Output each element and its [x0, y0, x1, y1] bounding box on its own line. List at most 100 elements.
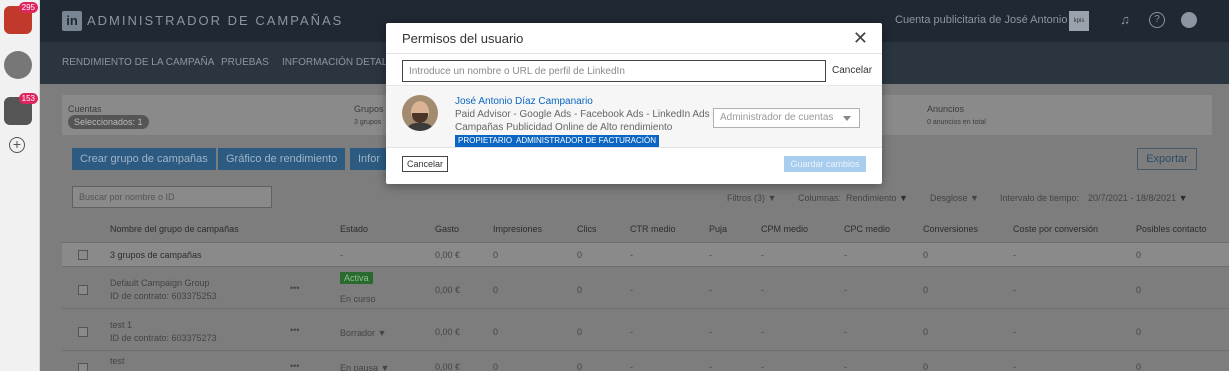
- search-cancel-link[interactable]: Cancelar: [832, 65, 872, 76]
- rail-app-2[interactable]: [4, 51, 32, 79]
- export-button[interactable]: Exportar: [1137, 148, 1197, 170]
- row-more-button[interactable]: •••: [290, 361, 299, 371]
- cell: 0: [493, 285, 499, 295]
- cell: 0: [923, 250, 929, 260]
- col-status[interactable]: Estado: [340, 224, 368, 234]
- rail-app-3[interactable]: 153: [4, 93, 38, 125]
- groups-card-sub: 3 grupos: [354, 119, 382, 126]
- rail-app-1[interactable]: 295: [4, 2, 38, 34]
- linkedin-logo-icon: in: [62, 11, 82, 31]
- dialog-search-row: Cancelar: [386, 54, 882, 85]
- account-name[interactable]: Cuenta publicitaria de José Antonio: [895, 14, 1067, 26]
- table-search-input[interactable]: Buscar por nombre o ID: [72, 186, 272, 208]
- cell: -: [1013, 285, 1016, 295]
- breakdown-dropdown[interactable]: Desglose ▼: [930, 193, 979, 203]
- table-summary-row: 3 grupos de campañas - 0,00 € 0 0 - - - …: [62, 242, 1229, 266]
- groups-card-title: Grupos: [354, 104, 384, 114]
- cancel-button[interactable]: Cancelar: [402, 156, 449, 172]
- col-impressions[interactable]: Impresiones: [493, 224, 542, 234]
- col-spend[interactable]: Gasto: [435, 224, 459, 234]
- cell: -: [630, 285, 633, 295]
- checkbox[interactable]: [78, 327, 88, 337]
- checkbox[interactable]: [78, 363, 88, 371]
- globe-icon[interactable]: [1181, 12, 1197, 28]
- account-logo: kpis: [1069, 11, 1089, 31]
- col-cpm[interactable]: CPM medio: [761, 224, 808, 234]
- dialog-title: Permisos del usuario: [402, 31, 524, 46]
- cell: 0,00 €: [435, 362, 461, 371]
- plus-icon[interactable]: +: [9, 137, 25, 153]
- row-status-dropdown[interactable]: En pausa ▼: [340, 363, 389, 371]
- tab-tests[interactable]: PRUEBAS: [221, 57, 269, 68]
- checkbox[interactable]: [78, 285, 88, 295]
- cell: 0,00 €: [435, 327, 461, 337]
- cell: -: [844, 250, 847, 260]
- time-range-dropdown[interactable]: 20/7/2021 - 18/8/2021 ▼: [1088, 193, 1188, 203]
- accounts-card-title: Cuentas: [68, 104, 102, 114]
- ads-card-sub: 0 anuncios en total: [927, 119, 986, 126]
- accounts-selected-chip[interactable]: Seleccionados: 1: [68, 115, 149, 129]
- role-select[interactable]: Administrador de cuentas: [713, 108, 860, 128]
- user-headline-2: Campañas Publicidad Online de Alto rendi…: [455, 122, 673, 133]
- user-permissions-dialog: Permisos del usuario ✕ Cancelar José Ant…: [386, 23, 882, 184]
- owner-badge: PROPIETARIO: [455, 135, 516, 147]
- col-clicks[interactable]: Clics: [577, 224, 597, 234]
- col-ctr[interactable]: CTR medio: [630, 224, 676, 234]
- col-name[interactable]: Nombre del grupo de campañas: [110, 224, 239, 234]
- columns-label: Columnas:: [798, 193, 842, 203]
- row-name-link[interactable]: Default Campaign Group: [110, 278, 210, 288]
- help-icon[interactable]: ?: [1149, 12, 1165, 28]
- cell: 0: [1136, 327, 1142, 337]
- row-more-button[interactable]: •••: [290, 283, 299, 293]
- user-name-link[interactable]: José Antonio Díaz Campanario: [455, 96, 593, 107]
- cell: -: [630, 250, 633, 260]
- col-leads[interactable]: Posibles contacto: [1136, 224, 1207, 234]
- cell: 0: [577, 285, 583, 295]
- create-campaign-group-button[interactable]: Crear grupo de campañas: [72, 148, 216, 170]
- col-bid[interactable]: Puja: [709, 224, 727, 234]
- cell: -: [709, 285, 712, 295]
- table-header: Nombre del grupo de campañas Estado Gast…: [62, 218, 1229, 240]
- cell: 0: [577, 327, 583, 337]
- checkbox[interactable]: [78, 250, 88, 260]
- columns-dropdown[interactable]: Rendimiento ▼: [846, 193, 908, 203]
- filters-dropdown[interactable]: Filtros (3) ▼: [727, 193, 776, 203]
- row-status: En curso: [340, 294, 376, 304]
- cell: -: [1013, 362, 1016, 371]
- tab-campaign-performance[interactable]: RENDIMIENTO DE LA CAMPAÑA: [62, 57, 214, 68]
- tab-detailed-info[interactable]: INFORMACIÓN DETALLA: [282, 57, 400, 68]
- role-select-value: Administrador de cuentas: [720, 112, 834, 123]
- app-rail: 295 153 +: [0, 0, 40, 371]
- table-row: test ••• En pausa ▼ 0,00 € 0 0 - - - - 0…: [62, 350, 1229, 371]
- row-name-link[interactable]: test: [110, 356, 125, 366]
- row-name-link[interactable]: test 1: [110, 320, 132, 330]
- dialog-header: Permisos del usuario ✕: [386, 23, 882, 54]
- cell: 0: [493, 250, 499, 260]
- cell: 0: [493, 362, 499, 371]
- cell: 0: [493, 327, 499, 337]
- row-contract-id: ID de contrato: 603375273: [110, 333, 217, 343]
- save-changes-button[interactable]: Guardar cambios: [784, 156, 866, 172]
- col-cost-per-conversion[interactable]: Coste por conversión: [1013, 224, 1098, 234]
- chevron-down-icon: [843, 116, 851, 121]
- performance-chart-button[interactable]: Gráfico de rendimiento: [218, 148, 346, 170]
- user-headline-1: Paid Advisor - Google Ads - Facebook Ads…: [455, 109, 716, 120]
- row-more-button[interactable]: •••: [290, 325, 299, 335]
- col-conversions[interactable]: Conversiones: [923, 224, 978, 234]
- bell-icon[interactable]: ♫: [1117, 12, 1133, 28]
- table-row: Default Campaign Group ID de contrato: 6…: [62, 266, 1229, 308]
- col-cpc[interactable]: CPC medio: [844, 224, 890, 234]
- cell: -: [630, 362, 633, 371]
- row-status-dropdown[interactable]: Borrador ▼: [340, 328, 386, 338]
- time-range-label: Intervalo de tiempo:: [1000, 193, 1080, 203]
- row-contract-id: ID de contrato: 603375253: [110, 291, 217, 301]
- cell: -: [1013, 250, 1016, 260]
- cell: -: [844, 285, 847, 295]
- cell: -: [761, 362, 764, 371]
- cell: -: [844, 327, 847, 337]
- cell: -: [1013, 327, 1016, 337]
- profile-search-input[interactable]: [402, 60, 826, 82]
- info-button[interactable]: Infor: [350, 148, 389, 170]
- close-icon[interactable]: ✕: [853, 29, 868, 47]
- cell: 0,00 €: [435, 250, 461, 260]
